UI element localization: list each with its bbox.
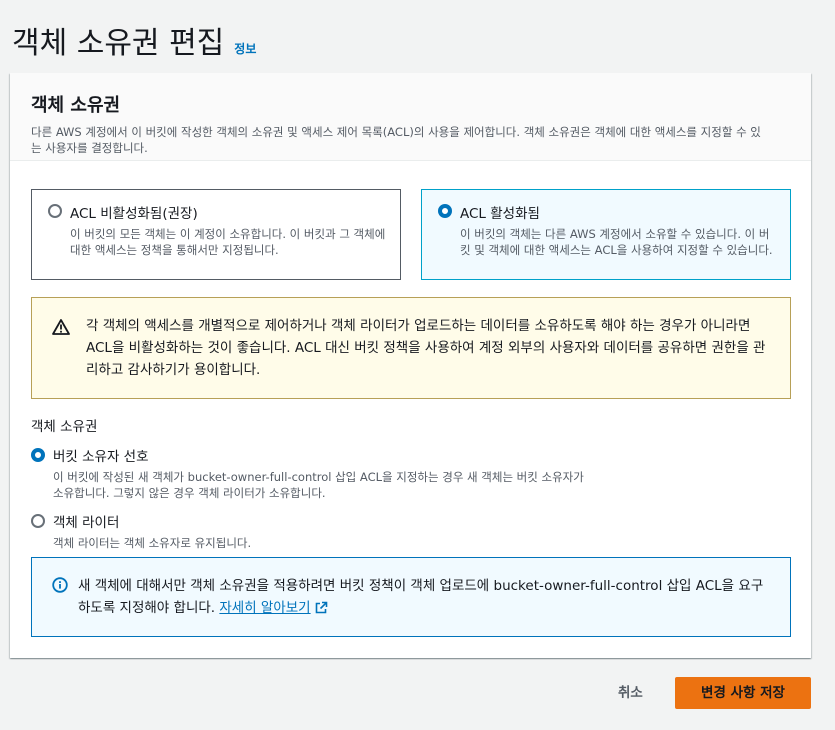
ownership-radio-group: 객체 소유권 버킷 소유자 선호 이 버킷에 작성된 새 객체가 bucket-… [31, 415, 791, 551]
object-writer-description: 객체 라이터는 객체 소유자로 유지됩니다. [53, 536, 252, 550]
acl-enabled-tile[interactable]: ACL 활성화됨 이 버킷의 객체는 다른 AWS 계정에서 소유할 수 있습니… [421, 189, 791, 280]
bucket-owner-preferred-option[interactable]: 버킷 소유자 선호 이 버킷에 작성된 새 객체가 bucket-owner-f… [31, 445, 791, 501]
bucket-owner-preferred-description: 이 버킷에 작성된 새 객체가 bucket-owner-full-contro… [53, 470, 584, 500]
info-alert: 새 객체에 대해서만 객체 소유권을 적용하려면 버킷 정책이 객체 업로드에 … [31, 557, 791, 637]
info-text: 새 객체에 대해서만 객체 소유권을 적용하려면 버킷 정책이 객체 업로드에 … [78, 575, 770, 619]
learn-more-link[interactable]: 자세히 알아보기 [219, 600, 310, 616]
info-link[interactable]: 정보 [234, 40, 256, 57]
object-writer-label: 객체 라이터 [53, 515, 120, 531]
save-changes-button[interactable]: 변경 사항 저장 [675, 677, 811, 709]
panel-header: 객체 소유권 다른 AWS 계정에서 이 버킷에 작성한 객체의 소유권 및 액… [10, 73, 811, 161]
cancel-button[interactable]: 취소 [606, 680, 655, 706]
acl-disabled-radio[interactable] [48, 204, 62, 218]
object-ownership-panel: 객체 소유권 다른 AWS 계정에서 이 버킷에 작성한 객체의 소유권 및 액… [10, 73, 811, 658]
page-header: 객체 소유권 편집 정보 [12, 18, 256, 62]
bucket-owner-preferred-label: 버킷 소유자 선호 [53, 449, 149, 465]
acl-disabled-tile[interactable]: ACL 비활성화됨(권장) 이 버킷의 모든 객체는 이 계정이 소유합니다. … [31, 189, 401, 280]
bucket-owner-preferred-radio[interactable] [31, 448, 45, 462]
warning-text: 각 객체의 액세스를 개별적으로 제어하거나 객체 라이터가 업로드하는 데이터… [86, 318, 766, 378]
object-writer-option[interactable]: 객체 라이터 객체 라이터는 객체 소유자로 유지됩니다. [31, 511, 791, 551]
acl-enabled-description: 이 버킷의 객체는 다른 AWS 계정에서 소유할 수 있습니다. 이 버킷 및… [460, 227, 773, 257]
info-message: 새 객체에 대해서만 객체 소유권을 적용하려면 버킷 정책이 객체 업로드에 … [78, 578, 764, 616]
acl-enabled-label: ACL 활성화됨 [460, 206, 540, 222]
acl-disabled-label: ACL 비활성화됨(권장) [70, 206, 198, 222]
info-icon [52, 577, 68, 593]
page-title: 객체 소유권 편집 [12, 26, 225, 61]
acl-disabled-description: 이 버킷의 모든 객체는 이 계정이 소유합니다. 이 버킷과 그 객체에 대한… [70, 227, 386, 257]
external-link-icon[interactable] [315, 601, 328, 614]
warning-icon [52, 319, 70, 335]
acl-warning-alert: 각 객체의 액세스를 개별적으로 제어하거나 객체 라이터가 업로드하는 데이터… [31, 297, 791, 399]
object-writer-radio[interactable] [31, 514, 45, 528]
ownership-label: 객체 소유권 [31, 419, 98, 435]
panel-description: 다른 AWS 계정에서 이 버킷에 작성한 객체의 소유권 및 액세스 제어 목… [31, 125, 761, 155]
panel-title: 객체 소유권 [31, 95, 121, 116]
acl-enabled-radio[interactable] [438, 204, 452, 218]
